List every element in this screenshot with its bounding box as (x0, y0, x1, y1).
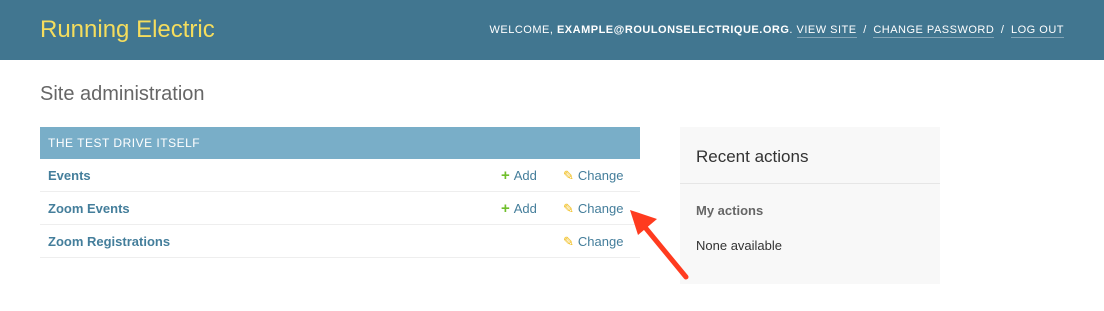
none-available-text: None available (696, 238, 783, 253)
model-row-events: Events + Add ✎ Change (40, 159, 640, 192)
plus-icon: + (501, 167, 510, 184)
plus-icon: + (501, 200, 510, 217)
module-caption[interactable]: THE TEST DRIVE ITSELF (40, 127, 640, 159)
model-link-events[interactable]: Events (48, 159, 91, 192)
add-label: Add (513, 168, 537, 183)
recent-actions-title: Recent actions (680, 127, 940, 184)
pencil-icon: ✎ (563, 234, 574, 249)
model-link-zoom-registrations[interactable]: Zoom Registrations (48, 225, 170, 258)
app-module: THE TEST DRIVE ITSELF Events + Add ✎ Chang… (40, 127, 640, 258)
log-out-link[interactable]: LOG OUT (1010, 24, 1064, 38)
model-row-zoom-registrations: Zoom Registrations ✎ Change (40, 225, 640, 258)
add-events-link[interactable]: + Add (501, 159, 537, 192)
site-branding[interactable]: Running Electric (40, 18, 215, 42)
add-label: Add (513, 201, 537, 216)
change-zoom-registrations-link[interactable]: ✎ Change (563, 225, 623, 258)
page-title: Site administration (40, 83, 205, 105)
user-tools: WELCOME, EXAMPLE@ROULONSELECTRIQUE.ORG. … (489, 24, 1064, 38)
welcome-label: WELCOME, (489, 24, 554, 36)
separator: / (1000, 24, 1005, 36)
change-password-link[interactable]: CHANGE PASSWORD (873, 24, 995, 38)
add-zoom-events-link[interactable]: + Add (501, 192, 537, 225)
model-link-zoom-events[interactable]: Zoom Events (48, 192, 130, 225)
separator: / (863, 24, 867, 36)
change-events-link[interactable]: ✎ Change (563, 159, 623, 192)
recent-actions-panel: Recent actions My actions None available (680, 127, 940, 284)
change-label: Change (577, 168, 624, 183)
header: Running Electric WELCOME, EXAMPLE@ROULON… (0, 0, 1104, 60)
period: . (789, 24, 793, 36)
red-arrow-icon (630, 210, 689, 280)
change-zoom-events-link[interactable]: ✎ Change (563, 192, 623, 225)
view-site-link[interactable]: VIEW SITE (796, 24, 857, 38)
pencil-icon: ✎ (563, 201, 574, 216)
user-email: EXAMPLE@ROULONSELECTRIQUE.ORG (556, 24, 790, 36)
change-label: Change (577, 234, 624, 249)
pencil-icon: ✎ (563, 168, 574, 183)
model-row-zoom-events: Zoom Events + Add ✎ Change (40, 192, 640, 225)
my-actions-heading: My actions (696, 203, 764, 218)
change-label: Change (577, 201, 624, 216)
